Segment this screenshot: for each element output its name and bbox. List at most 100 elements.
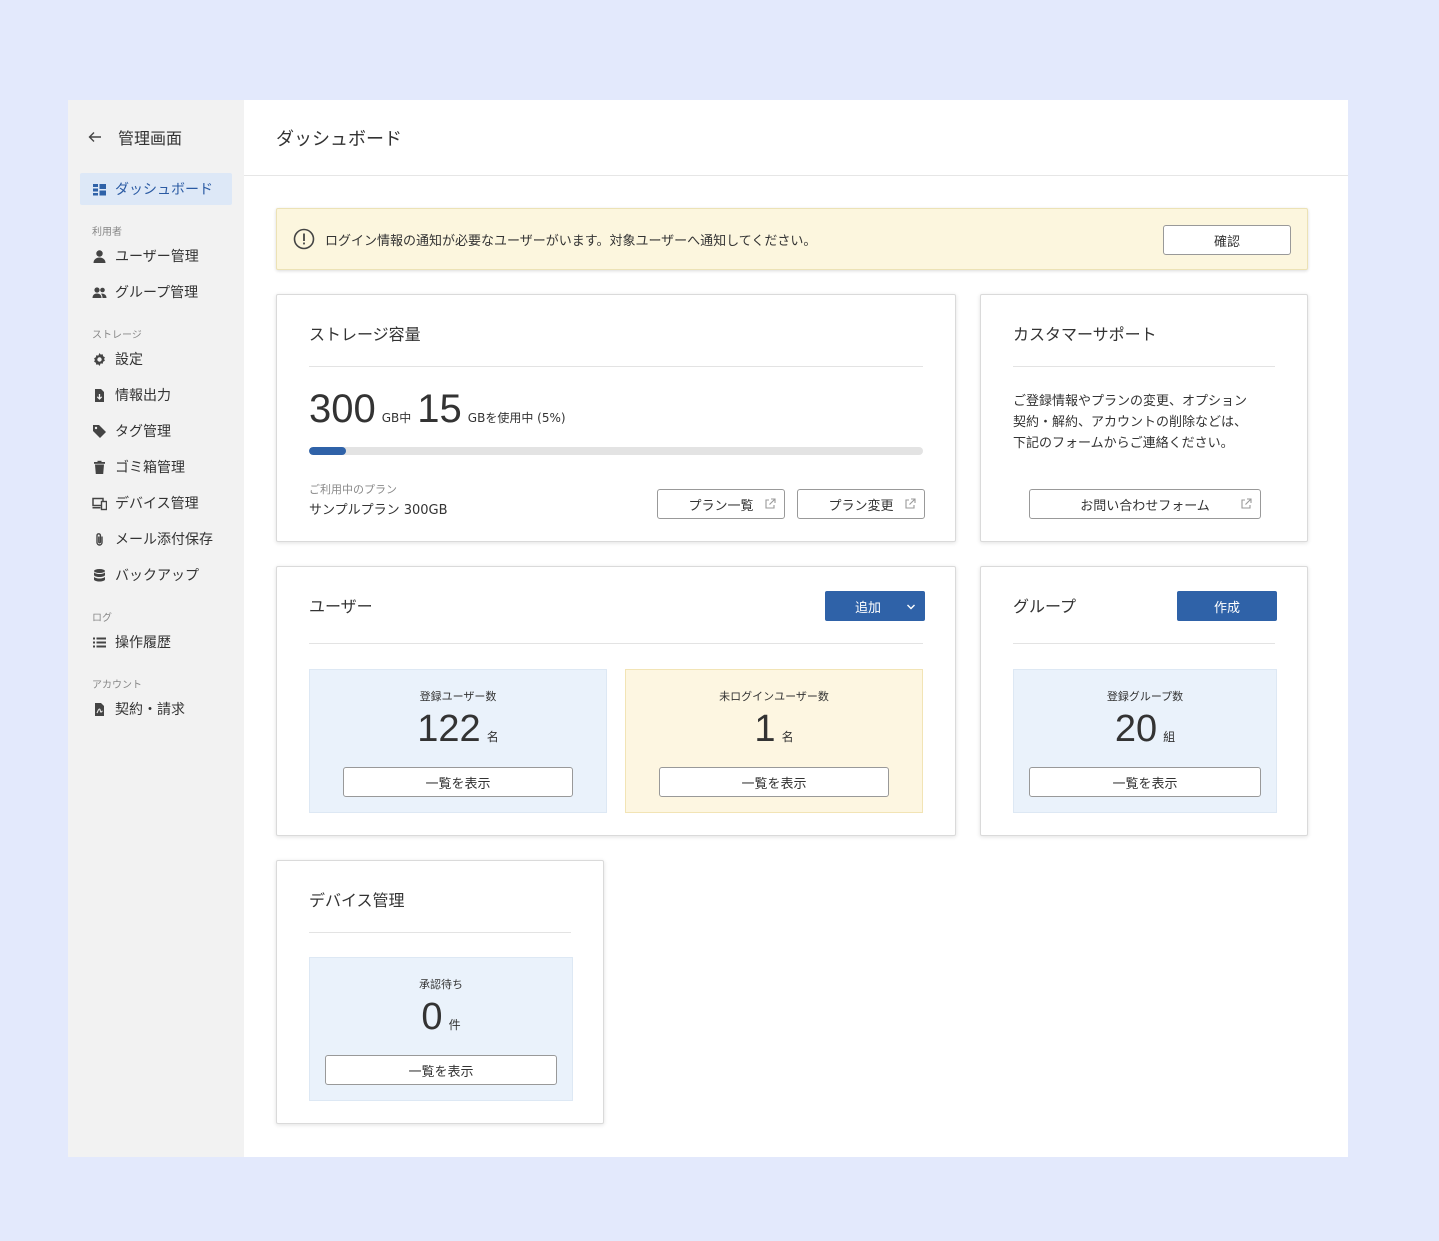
- device-management-card: デバイス管理 承認待ち 0 件 一覧を表示: [276, 860, 604, 1124]
- sidebar-item-label: グループ管理: [115, 285, 199, 301]
- registered-users-count: 122: [417, 708, 481, 750]
- sidebar-item-group-management[interactable]: グループ管理: [80, 276, 232, 308]
- sidebar-item-operation-history[interactable]: 操作履歴: [80, 626, 232, 658]
- devices-icon: [92, 496, 107, 511]
- storage-used-unit: GBを使用中 (5%): [467, 411, 566, 425]
- section-label-users: 利用者: [92, 227, 122, 238]
- view-not-logged-in-users-button[interactable]: 一覧を表示: [659, 767, 889, 797]
- external-link-icon: [905, 498, 916, 509]
- create-group-button[interactable]: 作成: [1177, 591, 1277, 621]
- registered-users-stat: 登録ユーザー数 122 名 一覧を表示: [309, 669, 607, 813]
- sidebar-item-mail-attachment[interactable]: メール添付保存: [80, 523, 232, 555]
- devices-title: デバイス管理: [309, 891, 405, 910]
- not-logged-in-users-stat: 未ログインユーザー数 1 名 一覧を表示: [625, 669, 923, 813]
- users-card: ユーザー 追加 登録ユーザー数 122 名 一覧を表示 未ログインユーザー数 1…: [276, 566, 956, 836]
- view-pending-devices-button[interactable]: 一覧を表示: [325, 1055, 557, 1085]
- support-text-line: 契約・解約、アカウントの削除などは、: [1013, 415, 1248, 430]
- pending-approval-count: 0: [421, 996, 443, 1038]
- sidebar-item-dashboard[interactable]: ダッシュボード: [80, 173, 232, 205]
- app-window: 管理画面 ダッシュボード 利用者 ユーザー管理 グループ管理 ストレージ 設定 …: [68, 100, 1348, 1157]
- storage-total-unit: GB中: [381, 411, 412, 425]
- stat-unit: 名: [486, 730, 499, 744]
- storage-usage: 300 GB中 15 GBを使用中 (5%): [309, 387, 572, 432]
- sidebar-item-backup[interactable]: バックアップ: [80, 559, 232, 591]
- sidebar-item-label: メール添付保存: [115, 532, 213, 548]
- external-link-icon: [1241, 498, 1252, 509]
- sidebar-item-trash-management[interactable]: ゴミ箱管理: [80, 451, 232, 483]
- sidebar-item-label: タグ管理: [115, 424, 171, 440]
- dashboard-icon: [92, 182, 107, 197]
- storage-card: ストレージ容量 300 GB中 15 GBを使用中 (5%) ご利用中のプラン …: [276, 294, 956, 542]
- support-text-line: ご登録情報やプランの変更、オプション: [1013, 394, 1248, 409]
- support-text-line: 下記のフォームからご連絡ください。: [1013, 436, 1234, 451]
- sidebar-item-info-export[interactable]: 情報出力: [80, 379, 232, 411]
- storage-progress-fill: [309, 447, 346, 455]
- stat-unit: 名: [781, 730, 794, 744]
- plan-name: サンプルプラン 300GB: [309, 503, 448, 518]
- stat-unit: 組: [1163, 730, 1176, 744]
- support-title: カスタマーサポート: [1013, 325, 1157, 344]
- chevron-down-icon: [907, 604, 915, 610]
- plan-change-button[interactable]: プラン変更: [797, 489, 925, 519]
- paperclip-icon: [92, 532, 107, 547]
- sidebar-item-label: ユーザー管理: [115, 249, 199, 265]
- contract-file-icon: [92, 702, 107, 717]
- stat-label: 登録ユーザー数: [419, 690, 497, 703]
- groups-title: グループ: [1013, 597, 1077, 616]
- sidebar-item-tag-management[interactable]: タグ管理: [80, 415, 232, 447]
- divider: [309, 932, 571, 933]
- divider: [309, 366, 923, 367]
- divider: [1013, 643, 1275, 644]
- plan-list-label: プラン一覧: [688, 498, 754, 514]
- stat-value: 1 名: [626, 708, 922, 751]
- customer-support-card: カスタマーサポート ご登録情報やプランの変更、オプション 契約・解約、アカウント…: [980, 294, 1308, 542]
- plan-list-button[interactable]: プラン一覧: [657, 489, 785, 519]
- list-icon: [92, 635, 107, 650]
- sidebar-item-label: 操作履歴: [115, 635, 171, 651]
- user-icon: [92, 249, 107, 264]
- tag-icon: [92, 424, 107, 439]
- external-link-icon: [765, 498, 776, 509]
- exclamation-circle-icon: [293, 228, 315, 250]
- add-user-label: 追加: [855, 600, 882, 616]
- sidebar-item-label: 情報出力: [115, 388, 171, 404]
- page-header: ダッシュボード: [244, 100, 1348, 176]
- sidebar-item-label: ゴミ箱管理: [115, 460, 185, 476]
- confirm-button[interactable]: 確認: [1163, 225, 1291, 255]
- view-registered-users-button[interactable]: 一覧を表示: [343, 767, 573, 797]
- sidebar-item-label: デバイス管理: [115, 496, 199, 512]
- stat-unit: 件: [448, 1018, 461, 1032]
- gear-icon: [92, 352, 107, 367]
- groups-card: グループ 作成 登録グループ数 20 組 一覧を表示: [980, 566, 1308, 836]
- add-user-dropdown-button[interactable]: 追加: [825, 591, 925, 621]
- section-label-log: ログ: [92, 613, 112, 624]
- storage-used: 15: [417, 387, 462, 431]
- stat-value: 122 名: [310, 708, 606, 751]
- file-export-icon: [92, 388, 107, 403]
- view-groups-button[interactable]: 一覧を表示: [1029, 767, 1261, 797]
- users-title: ユーザー: [309, 597, 373, 616]
- stat-label: 承認待ち: [419, 978, 463, 991]
- sidebar-item-settings[interactable]: 設定: [80, 343, 232, 375]
- trash-icon: [92, 460, 107, 475]
- main-content: ダッシュボード ログイン情報の通知が必要なユーザーがいます。対象ユーザーへ通知し…: [244, 100, 1348, 1157]
- pending-approval-stat: 承認待ち 0 件 一覧を表示: [309, 957, 573, 1101]
- sidebar-item-contract-billing[interactable]: 契約・請求: [80, 693, 232, 725]
- back-to-admin-link[interactable]: 管理画面: [88, 124, 182, 150]
- storage-total: 300: [309, 387, 376, 431]
- plan-label: ご利用中のプラン: [309, 483, 397, 496]
- storage-title: ストレージ容量: [309, 325, 421, 344]
- sidebar: 管理画面 ダッシュボード 利用者 ユーザー管理 グループ管理 ストレージ 設定 …: [68, 100, 244, 1157]
- not-logged-in-count: 1: [754, 708, 776, 750]
- plan-change-label: プラン変更: [828, 498, 894, 514]
- arrow-left-icon: [88, 132, 101, 142]
- stat-value: 20 組: [1014, 708, 1276, 751]
- storage-progress-bar: [309, 447, 923, 455]
- sidebar-item-label: 設定: [115, 352, 143, 368]
- stat-label: 登録グループ数: [1106, 690, 1184, 703]
- section-label-account: アカウント: [92, 680, 142, 691]
- sidebar-item-device-management[interactable]: デバイス管理: [80, 487, 232, 519]
- sidebar-item-user-management[interactable]: ユーザー管理: [80, 240, 232, 272]
- sidebar-item-label: ダッシュボード: [115, 182, 213, 198]
- contact-form-button[interactable]: お問い合わせフォーム: [1029, 489, 1261, 519]
